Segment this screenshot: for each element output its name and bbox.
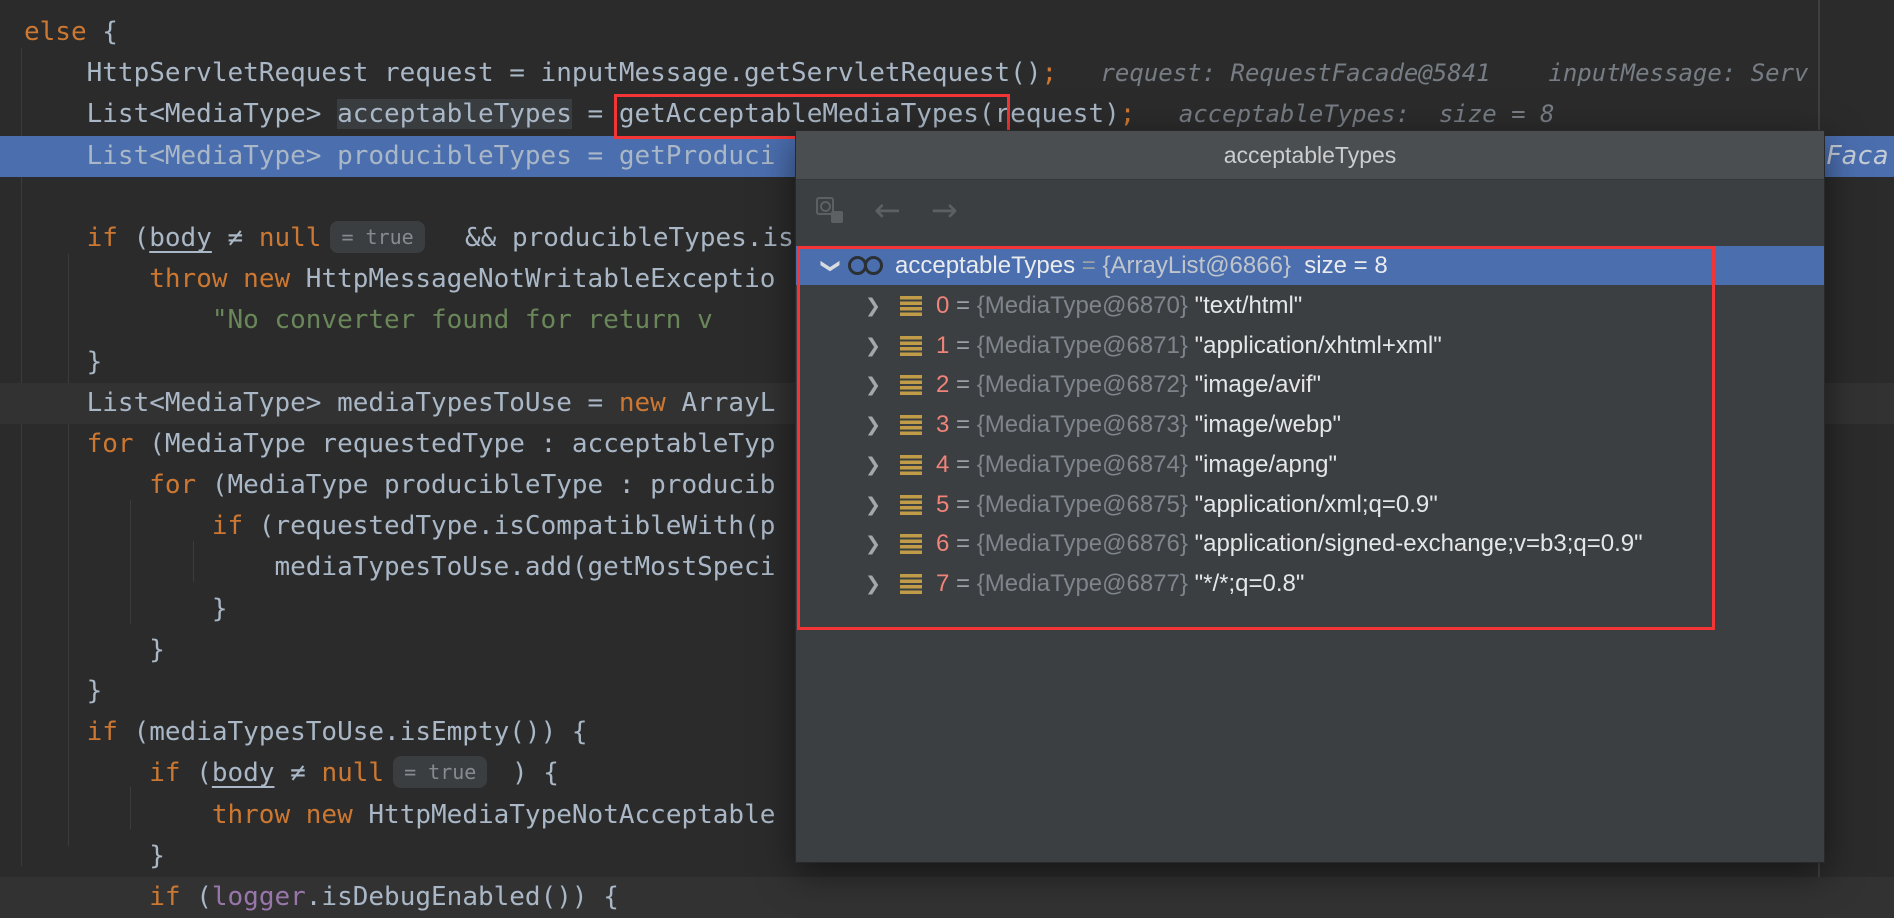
code-token: ≠ — [212, 223, 259, 253]
code-token: if — [212, 511, 243, 541]
code-token: ; — [1120, 99, 1136, 129]
view-options-icon-square — [831, 211, 843, 223]
code-token: new — [619, 388, 666, 418]
code-token: ; — [1041, 58, 1057, 88]
code-token: (MediaType requestedType : acceptableTyp — [134, 429, 776, 459]
code-token: if — [87, 223, 118, 253]
code-token — [24, 223, 87, 253]
code-token: "No converter found for return v — [24, 305, 713, 335]
code-token — [290, 800, 306, 830]
code-token — [24, 511, 212, 541]
ide-debugger-screen: { "colors": { "editor_bg": "#2B2B2B", "p… — [0, 0, 1894, 902]
code-token: for — [87, 429, 134, 459]
popup-toolbar: ← → — [796, 180, 1824, 240]
code-token: (mediaTypesToUse.isEmpty()) { — [118, 717, 588, 747]
code-token: ArrayL — [666, 388, 776, 418]
code-token: for — [149, 470, 196, 500]
code-token: if — [149, 758, 180, 788]
code-token: new — [243, 264, 290, 294]
back-arrow-icon[interactable]: ← — [874, 194, 901, 226]
code-token: mediaTypesToUse.add(getMostSpeci — [24, 552, 775, 582]
code-token: (MediaType producibleType : producib — [196, 470, 775, 500]
code-line[interactable]: else { — [24, 12, 1894, 53]
code-line[interactable]: if (logger.isDebugEnabled()) { — [24, 877, 1894, 918]
code-token: ( — [118, 223, 149, 253]
code-token: { — [87, 17, 118, 47]
code-token: && producibleTypes.is — [434, 223, 794, 253]
code-token: null — [259, 223, 322, 253]
inline-debug-hint: acceptableTypes: size = 8 — [1135, 100, 1554, 128]
code-token: ( — [181, 758, 212, 788]
code-token: throw — [212, 800, 290, 830]
code-token: HttpMediaTypeNotAcceptable — [353, 800, 776, 830]
code-token — [24, 264, 149, 294]
view-options-icon[interactable] — [816, 196, 844, 224]
inline-eval-badge: = true — [330, 221, 424, 253]
inline-hint-fragment: Faca — [1826, 136, 1889, 177]
inline-debug-hint: request: RequestFacade@5841 inputMessage… — [1057, 59, 1808, 87]
code-token: } — [24, 635, 165, 665]
code-token: if — [149, 882, 180, 912]
code-token: ( — [181, 882, 212, 912]
code-line[interactable]: HttpServletRequest request = inputMessag… — [24, 53, 1894, 94]
code-token: (requestedType.isCompatibleWith(p — [243, 511, 775, 541]
code-token: List<MediaType> mediaTypesToUse = — [24, 388, 619, 418]
code-token: } — [24, 841, 165, 871]
inline-eval-badge: = true — [393, 756, 487, 788]
code-token: HttpServletRequest request = inputMessag… — [24, 58, 1041, 88]
code-token: null — [321, 758, 384, 788]
code-token: else — [24, 17, 87, 47]
code-token: throw — [149, 264, 227, 294]
code-token: } — [24, 594, 228, 624]
code-token — [24, 758, 149, 788]
code-token: List<MediaType> producibleTypes = getPro… — [24, 141, 775, 171]
code-token: ≠ — [274, 758, 321, 788]
code-token: logger — [212, 882, 306, 912]
code-token — [228, 264, 244, 294]
code-token: if — [87, 717, 118, 747]
code-token — [24, 717, 87, 747]
code-token: ) { — [496, 758, 559, 788]
code-token: body — [149, 223, 212, 253]
popup-title: acceptableTypes — [796, 131, 1824, 180]
code-token: } — [24, 676, 102, 706]
code-token — [24, 882, 149, 912]
code-token: HttpMessageNotWritableExceptio — [290, 264, 775, 294]
forward-arrow-icon[interactable]: → — [931, 194, 958, 226]
code-token — [24, 470, 149, 500]
code-token: } — [24, 347, 102, 377]
code-token: body — [212, 758, 275, 788]
code-token — [24, 800, 212, 830]
view-options-icon-dot — [820, 201, 831, 212]
code-token: .isDebugEnabled()) { — [306, 882, 619, 912]
code-token: acceptableTypes — [337, 99, 572, 129]
annotation-box-value-list — [797, 246, 1715, 630]
code-token: new — [306, 800, 353, 830]
code-token: List<MediaType> — [24, 99, 337, 129]
code-token — [24, 429, 87, 459]
